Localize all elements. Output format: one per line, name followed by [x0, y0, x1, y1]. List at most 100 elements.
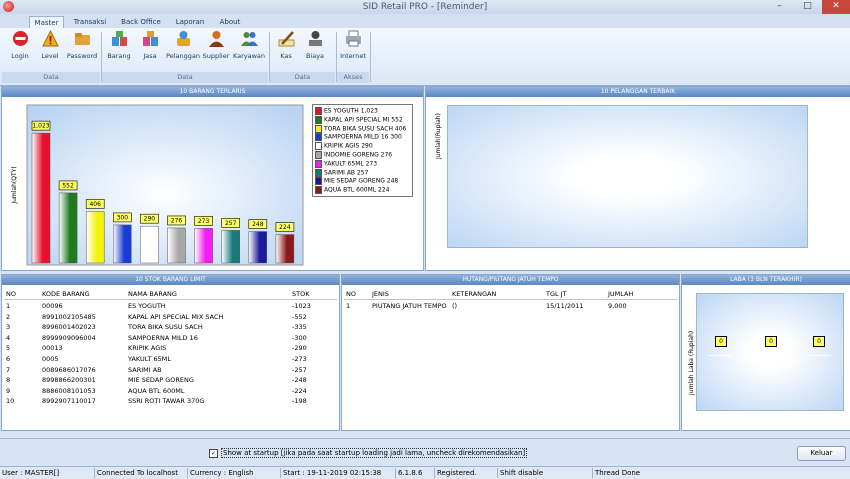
legend-item: YAKULT 65ML 273	[315, 159, 377, 169]
keluar-button[interactable]: Keluar	[797, 446, 846, 461]
col-tgl-jt[interactable]: TGL JT	[546, 290, 567, 298]
table-row[interactable]: 1 00096 ES YOGUTH -1023	[4, 301, 337, 311]
jasa-button[interactable]: Jasa	[136, 30, 164, 60]
top-items-panel: 10 BARANG TERLARIS Jumlah(QTY) 1,023 552 40…	[1, 86, 424, 271]
profit-panel: LABA (3 BLN TERAKHIR) Jumlah Laba (Rupia…	[681, 274, 850, 431]
data-label: 290	[144, 216, 156, 223]
table-header: NO JENIS KETERANGAN TGL JT JUMLAH	[344, 288, 677, 300]
pelanggan-button[interactable]: Pelanggan	[166, 30, 200, 60]
legend-swatch	[315, 168, 322, 177]
profit-value-label: 0	[715, 336, 727, 347]
tab-about[interactable]: About	[214, 16, 246, 28]
password-button[interactable]: Password	[66, 30, 98, 60]
minimize-button[interactable]: –	[766, 0, 793, 14]
bar	[58, 192, 78, 264]
panel-title: 10 STOK BARANG LIMIT	[2, 275, 339, 285]
table-row[interactable]: 9 8886008101053 AQUA BTL 600ML -224	[4, 386, 337, 396]
col-keterangan[interactable]: KETERANGAN	[452, 290, 496, 298]
status-thread: Thread Done	[595, 469, 641, 477]
status-start-time: Start : 19-11-2019 02:15:38	[281, 468, 396, 478]
folder-icon	[74, 30, 91, 47]
tab-laporan[interactable]: Laporan	[172, 16, 208, 28]
table-row[interactable]: 5 00013 KRIPIK AGIS -290	[4, 343, 337, 353]
data-label: 248	[252, 221, 264, 228]
bar	[221, 230, 240, 264]
status-shift: Shift disable	[498, 468, 593, 478]
top-customers-panel: 10 PELANGGAN TERBAIK Jumlah(Rupiah)	[425, 86, 850, 271]
status-bar: User : MASTER[] Connected To localhost C…	[0, 466, 850, 479]
no-entry-icon	[12, 30, 29, 47]
data-label: 300	[117, 214, 129, 221]
show-at-startup-checkbox[interactable]: ✓ Show at startup [jika pada saat startup…	[209, 448, 528, 458]
legend-item: ES YOGUTH 1,023	[315, 107, 378, 116]
table-row[interactable]: 3 8996001402023 TORA BIKA SUSU SACH -335	[4, 322, 337, 332]
ribbon-tabs: Master Transaksi Back Office Laporan Abo…	[0, 14, 850, 29]
people-icon	[240, 30, 258, 47]
chart-legend: ES YOGUTH 1,023 KAPAL API SPECIAL MI 552 T…	[312, 104, 413, 197]
table-row[interactable]: 7 0089686017076 SARIMI AB -257	[4, 365, 337, 375]
boxes-icon	[111, 30, 128, 47]
col-no[interactable]: NO	[6, 290, 16, 298]
status-user: User : MASTER[]	[0, 468, 95, 478]
table-header: NO KODE BARANG NAMA BARANG STOK	[4, 288, 337, 300]
close-button[interactable]: ✕	[822, 0, 850, 14]
karyawan-button[interactable]: Karyawan	[232, 30, 266, 60]
profit-bar	[759, 355, 783, 356]
tab-back-office[interactable]: Back Office	[117, 16, 165, 28]
supplier-button[interactable]: Supplier	[202, 30, 230, 60]
legend-item: KAPAL API SPECIAL MI 552	[315, 115, 403, 125]
pen-icon	[278, 30, 295, 47]
stock-limit-panel: 10 STOK BARANG LIMIT NO KODE BARANG NAMA…	[1, 274, 340, 431]
boxes-icon	[142, 30, 159, 47]
biaya-button[interactable]: Biaya	[302, 30, 328, 60]
table-row[interactable]: 6 0005 YAKULT 65ML -273	[4, 354, 337, 364]
tab-transaksi[interactable]: Transaksi	[70, 16, 110, 28]
panel-title: 10 PELANGGAN TERBAIK	[426, 87, 850, 97]
legend-swatch	[315, 107, 322, 115]
col-jenis[interactable]: JENIS	[372, 290, 389, 298]
table-row[interactable]: 1 PIUTANG JATUH TEMPO () 15/11/2011 9,00…	[344, 301, 677, 311]
legend-item: INDOMIE GORENG 276	[315, 151, 392, 160]
legend-swatch	[315, 159, 322, 168]
bar	[113, 224, 132, 264]
maximize-button[interactable]: □	[794, 0, 821, 14]
profit-value-label: 0	[765, 336, 777, 347]
bar	[275, 234, 295, 264]
printer-icon	[345, 30, 362, 47]
cost-icon	[307, 30, 324, 47]
y-axis-label: Jumlah(QTY)	[11, 166, 18, 204]
checkbox-tick[interactable]: ✓	[209, 448, 218, 458]
legend-item: KRIPIK AGIS 290	[315, 142, 373, 151]
table-row[interactable]: 2 8991002105485 KAPAL API SPECIAL MIX SACH…	[4, 312, 337, 322]
col-kode[interactable]: KODE BARANG	[42, 290, 90, 298]
panel-title: 10 BARANG TERLARIS	[2, 87, 423, 97]
login-button[interactable]: Login	[6, 30, 34, 60]
legend-item: SARIMI AB 257	[315, 168, 368, 178]
status-registered: Registered.	[435, 468, 498, 478]
col-no[interactable]: NO	[346, 290, 356, 298]
bar	[85, 211, 105, 264]
table-row[interactable]: 8 8998866200301 MIE SEDAP GORENG -248	[4, 375, 337, 385]
table-row[interactable]: 4 8999909096004 SAMPOERNA MILD 16 -300	[4, 333, 337, 343]
status-connection: Connected To localhost	[95, 468, 188, 478]
panel-title: HUTANG/PIUTANG JATUH TEMPO	[342, 275, 679, 285]
ribbon: Login Level Password Barang Jasa Pelangg…	[0, 28, 850, 86]
barang-button[interactable]: Barang	[105, 30, 133, 60]
level-button[interactable]: Level	[36, 29, 64, 60]
data-label: 276	[171, 217, 183, 224]
bar	[194, 228, 213, 264]
data-label: 257	[225, 220, 237, 227]
debts-panel: HUTANG/PIUTANG JATUH TEMPO NO JENIS KETE…	[341, 274, 680, 431]
legend-swatch	[315, 124, 322, 133]
status-currency: Currency : English	[188, 468, 281, 478]
col-jumlah[interactable]: JUMLAH	[608, 290, 633, 298]
legend-swatch	[315, 186, 322, 195]
status-version: 6.1.8.6	[396, 468, 435, 478]
internet-button[interactable]: Internet	[339, 30, 367, 60]
kas-button[interactable]: Kas	[273, 30, 299, 60]
col-stok[interactable]: STOK	[292, 290, 309, 298]
window-title: SID Retail PRO - [Reminder]	[362, 2, 488, 12]
legend-swatch	[315, 142, 322, 151]
col-nama[interactable]: NAMA BARANG	[128, 290, 177, 298]
table-row[interactable]: 10 8992907110017 SSRI ROTI TAWAR 370G -198	[4, 396, 337, 406]
